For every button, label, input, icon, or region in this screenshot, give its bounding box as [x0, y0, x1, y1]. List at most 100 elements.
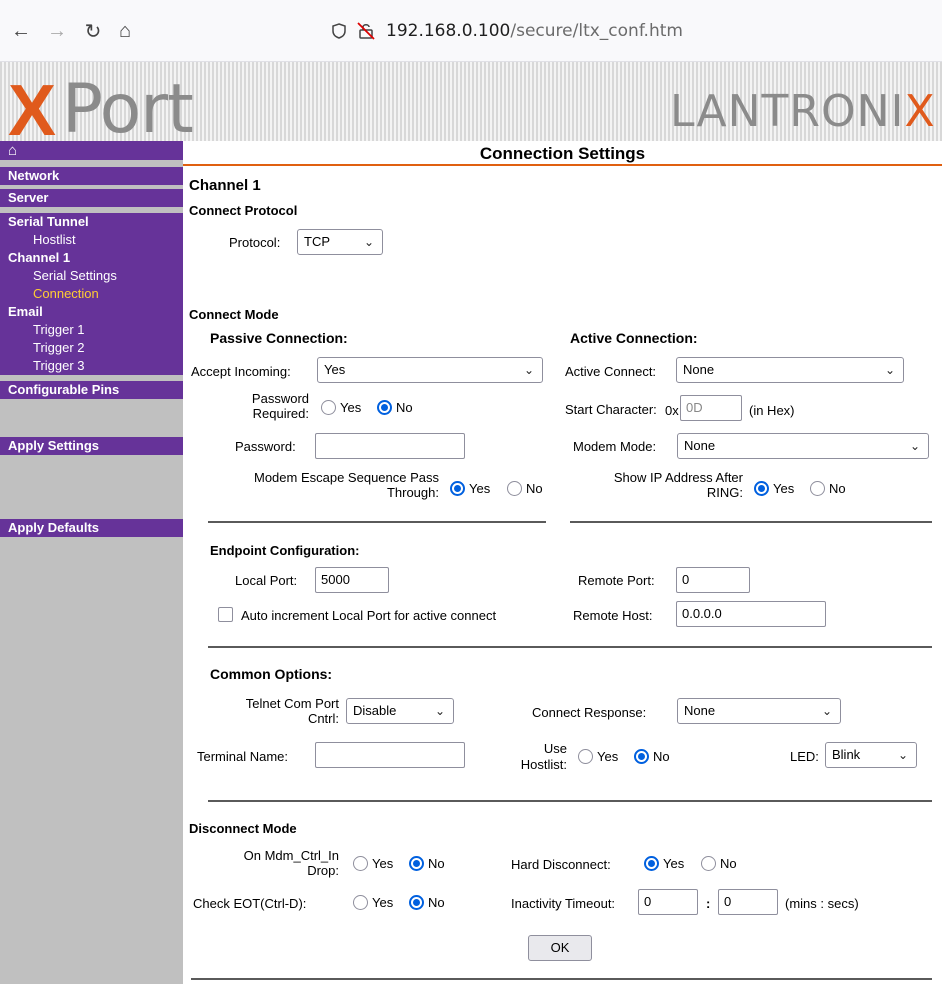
protocol-label: Protocol: — [229, 235, 281, 250]
remote-host-input[interactable]: 0.0.0.0 — [676, 601, 826, 627]
sidebar-item-serial-tunnel[interactable]: Serial Tunnel — [0, 213, 183, 231]
auto-increment-checkbox[interactable] — [218, 607, 233, 622]
check-eot-yes[interactable]: Yes — [353, 895, 393, 910]
sidebar-item-serial-settings[interactable]: Serial Settings — [0, 267, 183, 285]
password-required-label-2: Required: — [252, 406, 309, 421]
insecure-lock-icon — [357, 22, 375, 40]
modem-escape-label-2: Through: — [386, 485, 439, 500]
led-select[interactable]: Blink ⌄ — [825, 742, 917, 768]
password-required-yes[interactable]: Yes — [321, 400, 361, 415]
sidebar-item-trigger2[interactable]: Trigger 2 — [0, 339, 183, 357]
use-hostlist-yes[interactable]: Yes — [578, 749, 618, 764]
connect-response-label: Connect Response: — [532, 705, 647, 720]
back-icon[interactable]: ← — [8, 18, 34, 44]
sidebar-item-trigger1[interactable]: Trigger 1 — [0, 321, 183, 339]
xport-logo: X — [8, 71, 56, 151]
telnet-select[interactable]: Disable ⌄ — [346, 698, 454, 724]
start-char-suffix: (in Hex) — [749, 403, 795, 418]
disconnect-mode-heading: Disconnect Mode — [189, 821, 297, 836]
main-content: Connection Settings Channel 1 Connect Pr… — [183, 141, 942, 984]
inactivity-units: (mins : secs) — [785, 896, 859, 911]
lantronix-logo: LANTRONIX — [670, 86, 936, 137]
sidebar-item-configurable-pins[interactable]: Configurable Pins — [0, 381, 183, 399]
sidebar-item-connection[interactable]: Connection — [0, 285, 183, 303]
chevron-down-icon: ⌄ — [434, 704, 445, 718]
url-path: /secure/ltx_conf.htm — [510, 21, 683, 41]
divider — [191, 978, 932, 980]
shield-icon — [332, 23, 346, 39]
chevron-down-icon: ⌄ — [909, 439, 920, 453]
inactivity-secs-input[interactable]: 0 — [718, 889, 778, 915]
telnet-label-2: Cntrl: — [307, 711, 339, 726]
hard-disconnect-label: Hard Disconnect: — [511, 857, 611, 872]
sidebar-item-hostlist[interactable]: Hostlist — [0, 231, 183, 249]
modem-escape-yes[interactable]: Yes — [450, 481, 490, 496]
remote-port-input[interactable]: 0 — [676, 567, 750, 593]
terminal-name-input[interactable] — [315, 742, 465, 768]
start-char-label: Start Character: — [565, 402, 657, 417]
chevron-down-icon: ⌄ — [884, 363, 895, 377]
reload-icon[interactable]: ↻ — [80, 18, 106, 44]
modem-escape-label-1: Modem Escape Sequence Pass — [254, 470, 439, 485]
show-ip-yes[interactable]: Yes — [754, 481, 794, 496]
hard-disconnect-no[interactable]: No — [701, 856, 737, 871]
password-required-label-1: Password — [251, 391, 309, 406]
use-hostlist-label-1: Use — [543, 741, 567, 756]
use-hostlist-label-2: Hostlist: — [520, 757, 567, 772]
url-host: 192.168.0.100 — [386, 21, 511, 41]
hard-disconnect-yes[interactable]: Yes — [644, 856, 684, 871]
connect-protocol-heading: Connect Protocol — [189, 203, 298, 218]
mdm-drop-no[interactable]: No — [409, 856, 445, 871]
sidebar-item-network[interactable]: Network — [0, 167, 183, 185]
divider — [208, 521, 546, 523]
forward-icon[interactable]: → — [44, 18, 70, 44]
show-ip-label-1: Show IP Address After — [613, 470, 743, 485]
accept-incoming-label: Accept Incoming: — [191, 364, 291, 379]
show-ip-no[interactable]: No — [810, 481, 846, 496]
sidebar-item-trigger3[interactable]: Trigger 3 — [0, 357, 183, 375]
show-ip-label-2: RING: — [706, 485, 743, 500]
inactivity-mins-input[interactable]: 0 — [638, 889, 698, 915]
sidebar: ⌂ Network Server Serial Tunnel Hostlist … — [0, 141, 183, 984]
sidebar-item-apply-defaults[interactable]: Apply Defaults — [0, 519, 183, 537]
start-char-input[interactable]: 0D — [680, 395, 742, 421]
use-hostlist-no[interactable]: No — [634, 749, 670, 764]
accept-incoming-select[interactable]: Yes ⌄ — [317, 357, 543, 383]
auto-increment-label: Auto increment Local Port for active con… — [241, 608, 497, 623]
terminal-name-label: Terminal Name: — [197, 749, 289, 764]
divider — [570, 521, 932, 523]
led-label: LED: — [790, 749, 819, 764]
inactivity-separator: : — [706, 896, 711, 911]
url-bar[interactable]: 192.168.0.100/secure/ltx_conf.htm — [330, 12, 942, 50]
connect-mode-heading: Connect Mode — [189, 307, 279, 322]
mdm-drop-yes[interactable]: Yes — [353, 856, 393, 871]
password-label: Password: — [235, 439, 296, 454]
chevron-down-icon: ⌄ — [523, 363, 534, 377]
password-input[interactable] — [315, 433, 465, 459]
active-connect-select[interactable]: None ⌄ — [676, 357, 904, 383]
sidebar-item-server[interactable]: Server — [0, 189, 183, 207]
connect-response-select[interactable]: None ⌄ — [677, 698, 841, 724]
check-eot-label: Check EOT(Ctrl-D): — [193, 896, 307, 911]
mdm-label-1: On Mdm_Ctrl_In — [243, 848, 339, 863]
ok-button[interactable]: OK — [528, 935, 592, 961]
check-eot-no[interactable]: No — [409, 895, 445, 910]
xport-logo-text: Port — [62, 70, 194, 149]
modem-mode-select[interactable]: None ⌄ — [677, 433, 929, 459]
divider — [208, 646, 932, 648]
sidebar-item-apply-settings[interactable]: Apply Settings — [0, 437, 183, 455]
password-required-no[interactable]: No — [377, 400, 413, 415]
sidebar-item-email[interactable]: Email — [0, 303, 183, 321]
chevron-down-icon: ⌄ — [821, 704, 832, 718]
local-port-input[interactable]: 5000 — [315, 567, 389, 593]
chevron-down-icon: ⌄ — [363, 235, 374, 249]
start-char-prefix: 0x — [665, 403, 679, 418]
remote-port-label: Remote Port: — [578, 573, 655, 588]
sidebar-item-channel1[interactable]: Channel 1 — [0, 249, 183, 267]
home-icon[interactable]: ⌂ — [112, 18, 138, 44]
protocol-select[interactable]: TCP ⌄ — [297, 229, 383, 255]
endpoint-heading: Endpoint Configuration: — [210, 543, 360, 558]
active-connect-label: Active Connect: — [565, 364, 657, 379]
sidebar-home-icon[interactable]: ⌂ — [0, 141, 183, 160]
modem-escape-no[interactable]: No — [507, 481, 543, 496]
